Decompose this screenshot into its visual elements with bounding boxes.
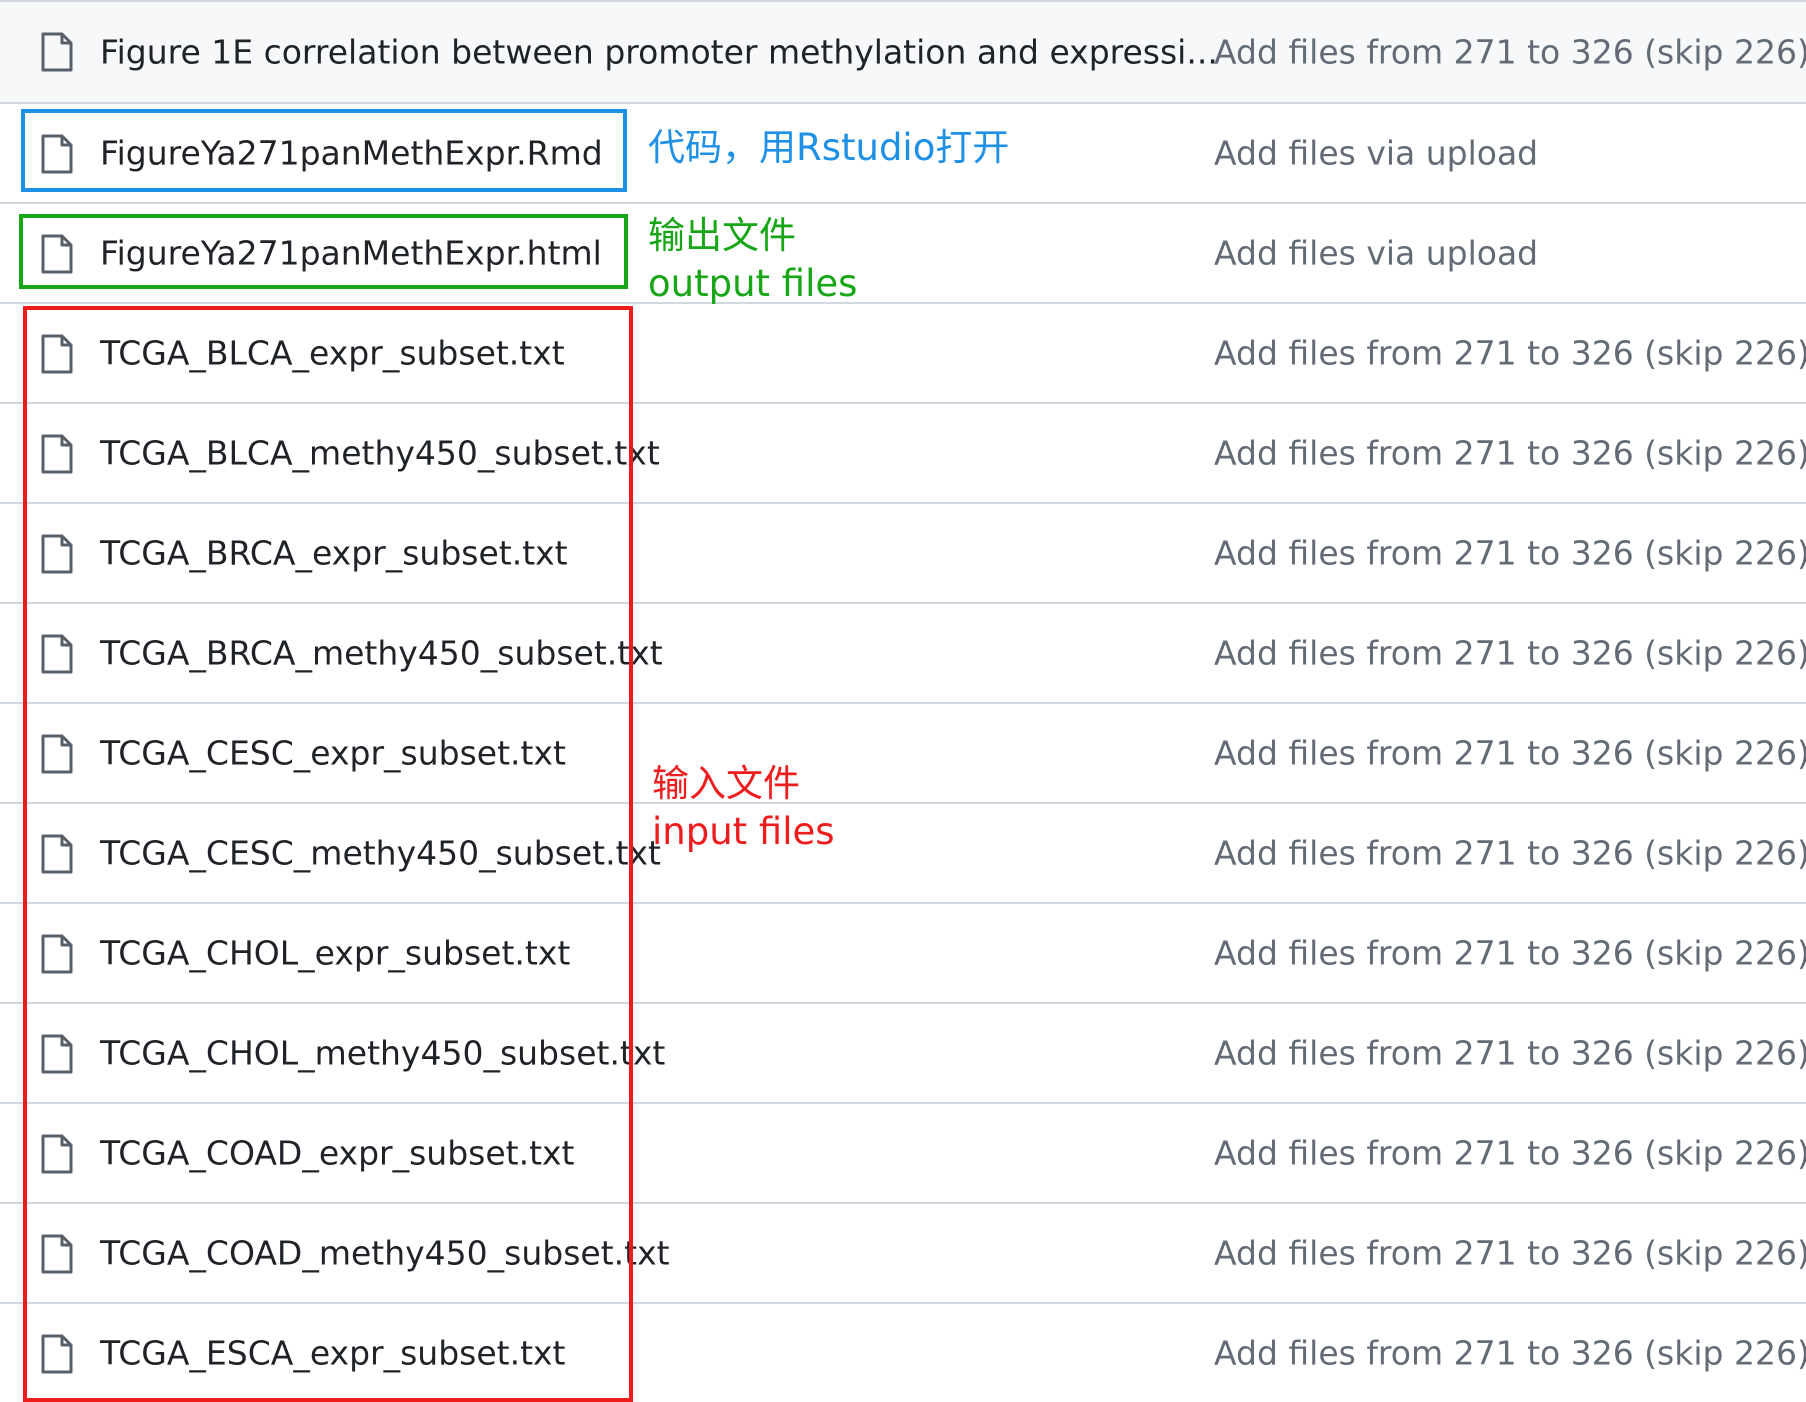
file-row[interactable]: TCGA_CHOL_methy450_subset.txt Add files … xyxy=(0,1002,1806,1102)
file-name-link[interactable]: TCGA_CHOL_methy450_subset.txt xyxy=(100,1034,665,1073)
file-name-link[interactable]: TCGA_BRCA_expr_subset.txt xyxy=(100,534,568,573)
file-name-link[interactable]: TCGA_CESC_expr_subset.txt xyxy=(100,734,566,773)
file-row[interactable]: FigureYa271panMethExpr.html Add files vi… xyxy=(0,202,1806,302)
file-row[interactable]: TCGA_BLCA_expr_subset.txt Add files from… xyxy=(0,302,1806,402)
output-annotation-line1: 输出文件 xyxy=(648,214,796,257)
commit-message-link[interactable]: Add files from 271 to 326 (skip 226) xyxy=(1214,734,1806,773)
file-row[interactable]: TCGA_COAD_expr_subset.txt Add files from… xyxy=(0,1102,1806,1202)
file-row[interactable]: TCGA_COAD_methy450_subset.txt Add files … xyxy=(0,1202,1806,1302)
file-name-link[interactable]: TCGA_BRCA_methy450_subset.txt xyxy=(100,634,663,673)
file-icon xyxy=(41,1034,73,1074)
input-annotation-line1: 输入文件 xyxy=(652,762,800,805)
file-name-link[interactable]: TCGA_BLCA_expr_subset.txt xyxy=(100,334,565,373)
file-name-link[interactable]: TCGA_CHOL_expr_subset.txt xyxy=(100,934,570,973)
file-icon xyxy=(41,534,73,574)
file-name-link[interactable]: TCGA_CESC_methy450_subset.txt xyxy=(100,834,661,873)
file-row[interactable]: TCGA_BLCA_methy450_subset.txt Add files … xyxy=(0,402,1806,502)
output-annotation-line2: output files xyxy=(648,262,858,305)
file-name-link[interactable]: FigureYa271panMethExpr.html xyxy=(100,234,602,273)
file-icon xyxy=(41,1134,73,1174)
file-row[interactable]: TCGA_CESC_methy450_subset.txt Add files … xyxy=(0,802,1806,902)
file-icon xyxy=(41,334,73,374)
commit-message-link[interactable]: Add files from 271 to 326 (skip 226) xyxy=(1214,834,1806,873)
file-icon xyxy=(41,1334,73,1374)
commit-message-link[interactable]: Add files from 271 to 326 (skip 226) xyxy=(1214,1134,1806,1173)
file-row[interactable]: TCGA_CESC_expr_subset.txt Add files from… xyxy=(0,702,1806,802)
file-row[interactable]: TCGA_CHOL_expr_subset.txt Add files from… xyxy=(0,902,1806,1002)
output-file-annotation: 输出文件 output files xyxy=(648,212,857,308)
file-name-link[interactable]: Figure 1E correlation between promoter m… xyxy=(100,33,1218,72)
commit-message-link[interactable]: Add files from 271 to 326 (skip 226) xyxy=(1214,334,1806,373)
commit-message-link[interactable]: Add files from 271 to 326 (skip 226) xyxy=(1214,434,1806,473)
code-file-annotation-text: 代码，用Rstudio打开 xyxy=(648,126,1010,169)
commit-message-link[interactable]: Add files from 271 to 326 (skip 226) xyxy=(1214,1234,1806,1273)
commit-message-link[interactable]: Add files from 271 to 326 (skip 226) xyxy=(1214,934,1806,973)
commit-message-link[interactable]: Add files from 271 to 326 (skip 226) xyxy=(1214,534,1806,573)
file-icon xyxy=(41,934,73,974)
file-name-link[interactable]: TCGA_ESCA_expr_subset.txt xyxy=(100,1334,565,1373)
file-name-link[interactable]: FigureYa271panMethExpr.Rmd xyxy=(100,134,603,173)
file-icon xyxy=(41,834,73,874)
commit-message-link[interactable]: Add files from 271 to 326 (skip 226) xyxy=(1214,33,1806,72)
input-files-annotation: 输入文件 input files xyxy=(652,760,835,856)
file-icon xyxy=(41,134,73,174)
commit-message-link[interactable]: Add files via upload xyxy=(1214,234,1538,273)
commit-message-link[interactable]: Add files from 271 to 326 (skip 226) xyxy=(1214,1034,1806,1073)
commit-message-link[interactable]: Add files from 271 to 326 (skip 226) xyxy=(1214,634,1806,673)
file-icon xyxy=(41,634,73,674)
file-list: Figure 1E correlation between promoter m… xyxy=(0,0,1806,1402)
commit-message-link[interactable]: Add files from 271 to 326 (skip 226) xyxy=(1214,1334,1806,1373)
file-icon xyxy=(41,1234,73,1274)
file-name-link[interactable]: TCGA_COAD_methy450_subset.txt xyxy=(100,1234,670,1273)
file-icon xyxy=(41,734,73,774)
file-name-link[interactable]: TCGA_COAD_expr_subset.txt xyxy=(100,1134,575,1173)
file-row[interactable]: TCGA_BRCA_expr_subset.txt Add files from… xyxy=(0,502,1806,602)
file-row[interactable]: Figure 1E correlation between promoter m… xyxy=(0,0,1806,102)
file-row[interactable]: TCGA_ESCA_expr_subset.txt Add files from… xyxy=(0,1302,1806,1402)
input-annotation-line2: input files xyxy=(652,810,835,853)
file-icon xyxy=(41,32,73,72)
commit-message-link[interactable]: Add files via upload xyxy=(1214,134,1538,173)
file-icon xyxy=(41,234,73,274)
file-row[interactable]: TCGA_BRCA_methy450_subset.txt Add files … xyxy=(0,602,1806,702)
code-file-annotation: 代码，用Rstudio打开 xyxy=(648,124,1009,172)
file-name-link[interactable]: TCGA_BLCA_methy450_subset.txt xyxy=(100,434,660,473)
file-icon xyxy=(41,434,73,474)
